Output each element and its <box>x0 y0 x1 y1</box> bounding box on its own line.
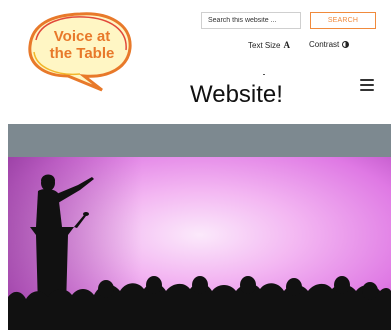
speaker-at-podium-illustration <box>8 157 391 330</box>
text-size-control[interactable]: Text Size A <box>248 40 290 50</box>
decorative-dot <box>263 74 265 75</box>
search-input[interactable] <box>201 12 301 29</box>
menu-line <box>360 79 374 81</box>
hero-image <box>8 157 391 330</box>
text-size-label: Text Size <box>248 41 281 50</box>
site-logo[interactable]: Voice at the Table <box>24 10 136 94</box>
contrast-icon <box>342 41 350 48</box>
banner-band <box>8 124 391 157</box>
contrast-control[interactable]: Contrast <box>309 40 350 49</box>
text-size-icon: A <box>283 40 290 50</box>
search-button[interactable]: SEARCH <box>310 12 376 29</box>
menu-line <box>360 84 374 86</box>
logo-text: Voice at the Table <box>40 28 124 62</box>
hamburger-menu-icon[interactable] <box>360 79 374 91</box>
menu-line <box>360 89 374 91</box>
logo-text-line2: the Table <box>49 45 115 62</box>
logo-text-line1: Voice at <box>53 28 111 45</box>
page-title: Website! <box>190 81 283 108</box>
contrast-label: Contrast <box>309 40 340 49</box>
